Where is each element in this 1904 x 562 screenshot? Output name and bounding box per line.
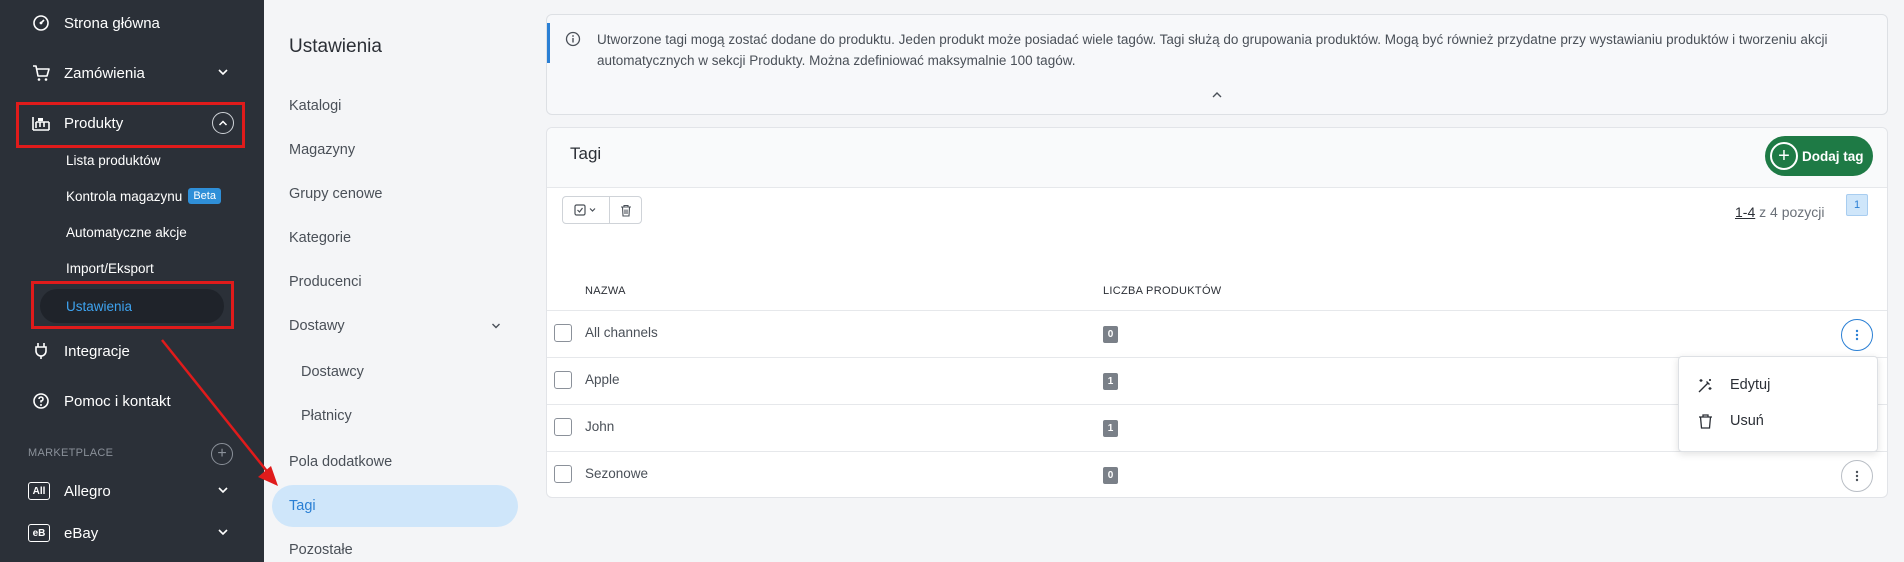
settings-price-groups[interactable]: Grupy cenowe — [289, 183, 383, 205]
table-row: All channels 0 — [547, 310, 1887, 357]
nav-home[interactable]: Strona główna — [0, 3, 264, 43]
row-checkbox[interactable] — [554, 465, 572, 483]
info-banner: Utworzone tagi mogą zostać dodane do pro… — [546, 14, 1888, 115]
menu-edit-label: Edytuj — [1730, 377, 1771, 393]
add-tag-button[interactable]: + Dodaj tag — [1765, 136, 1873, 176]
pagination-range[interactable]: 1-4 — [1735, 204, 1755, 220]
dashboard-icon — [32, 14, 50, 32]
page-button[interactable]: 1 — [1846, 194, 1868, 216]
settings-producers[interactable]: Producenci — [289, 271, 362, 293]
nav-help[interactable]: Pomoc i kontakt — [0, 381, 264, 421]
beta-badge: Beta — [188, 188, 221, 204]
info-icon — [565, 31, 581, 47]
info-accent-bar — [547, 23, 550, 63]
ebay-icon: eB — [28, 524, 50, 542]
trash-icon — [620, 204, 631, 217]
settings-title: Ustawienia — [289, 36, 382, 57]
card-title: Tagi — [570, 144, 602, 163]
nav-orders[interactable]: Zamówienia — [0, 53, 264, 93]
nav-allegro-label: Allegro — [64, 482, 111, 500]
highlight-settings — [31, 281, 234, 329]
chevron-down-icon — [218, 487, 228, 494]
pagination-total: z 4 pozycji — [1755, 204, 1825, 220]
tag-count: 0 — [1103, 467, 1118, 484]
tag-name: John — [585, 419, 615, 434]
chevron-up-icon[interactable] — [1210, 88, 1224, 102]
chevron-down-icon — [218, 69, 228, 76]
main-nav: Strona główna Zamówienia Produkty Lista … — [0, 0, 264, 562]
add-marketplace-icon[interactable]: + — [211, 443, 233, 465]
nav-import-export[interactable]: Import/Eksport — [66, 257, 154, 279]
settings-catalogs[interactable]: Katalogi — [289, 95, 341, 117]
column-count[interactable]: LICZBA PRODUKTÓW — [1103, 285, 1221, 297]
chevron-down-icon[interactable] — [490, 320, 502, 332]
nav-integrations-label: Integracje — [64, 342, 130, 360]
column-name[interactable]: NAZWA — [585, 285, 626, 297]
tag-name: Sezonowe — [585, 466, 649, 481]
tag-name: All channels — [585, 325, 658, 340]
marketplace-section-label: MARKETPLACE — [28, 447, 114, 459]
nav-help-label: Pomoc i kontakt — [64, 392, 171, 410]
settings-other[interactable]: Pozostałe — [289, 539, 353, 561]
tag-count: 0 — [1103, 326, 1118, 343]
tag-count: 1 — [1103, 373, 1118, 390]
bulk-delete-button[interactable] — [609, 196, 642, 224]
plus-icon: + — [1770, 142, 1798, 170]
row-checkbox[interactable] — [554, 418, 572, 436]
help-icon — [32, 392, 50, 410]
trash-icon — [1699, 413, 1712, 429]
settings-tags[interactable]: Tagi — [272, 485, 518, 527]
nav-home-label: Strona główna — [64, 14, 160, 32]
settings-payers[interactable]: Płatnicy — [301, 405, 352, 427]
nav-integrations[interactable]: Integracje — [0, 331, 264, 371]
menu-delete[interactable]: Usuń — [1697, 410, 1764, 432]
cart-icon — [32, 64, 50, 82]
nav-allegro[interactable]: All Allegro — [0, 471, 264, 511]
magic-wand-icon — [1698, 378, 1712, 392]
card-header: Tagi + Dodaj tag — [547, 128, 1887, 188]
plug-icon — [32, 342, 50, 360]
chevron-down-icon — [218, 529, 228, 536]
settings-extra-fields[interactable]: Pola dodatkowe — [289, 451, 392, 473]
menu-delete-label: Usuń — [1730, 413, 1764, 429]
settings-sidebar: Ustawienia Katalogi Magazyny Grupy cenow… — [264, 0, 534, 562]
bulk-select-button[interactable] — [562, 196, 610, 224]
kebab-icon — [1855, 329, 1859, 341]
nav-auto-actions[interactable]: Automatyczne akcje — [66, 221, 187, 243]
settings-suppliers[interactable]: Dostawcy — [301, 361, 364, 383]
highlight-products — [16, 102, 245, 148]
nav-ebay-label: eBay — [64, 524, 99, 542]
row-actions-button[interactable] — [1841, 460, 1873, 492]
row-actions-button[interactable] — [1841, 319, 1873, 351]
row-checkbox[interactable] — [554, 324, 572, 342]
nav-orders-label: Zamówienia — [64, 64, 145, 82]
row-checkbox[interactable] — [554, 371, 572, 389]
tag-name: Apple — [585, 372, 620, 387]
pagination-info: 1-4 z 4 pozycji — [1735, 204, 1824, 220]
menu-edit[interactable]: Edytuj — [1697, 374, 1770, 396]
table-row: Sezonowe 0 — [547, 451, 1887, 498]
tag-count: 1 — [1103, 420, 1118, 437]
checkbox-dropdown-icon — [574, 204, 596, 216]
nav-stock-control[interactable]: Kontrola magazynu Beta — [66, 185, 221, 207]
row-actions-menu: Edytuj Usuń — [1678, 356, 1878, 452]
add-tag-label: Dodaj tag — [1802, 148, 1864, 164]
settings-categories[interactable]: Kategorie — [289, 227, 351, 249]
kebab-icon — [1855, 470, 1859, 482]
allegro-icon: All — [28, 482, 50, 500]
nav-product-list[interactable]: Lista produktów — [66, 149, 161, 171]
settings-warehouses[interactable]: Magazyny — [289, 139, 355, 161]
nav-ebay[interactable]: eB eBay — [0, 513, 264, 553]
info-text: Utworzone tagi mogą zostać dodane do pro… — [597, 32, 1828, 68]
settings-deliveries[interactable]: Dostawy — [289, 315, 345, 337]
nav-stock-control-label: Kontrola magazynu — [66, 188, 183, 204]
